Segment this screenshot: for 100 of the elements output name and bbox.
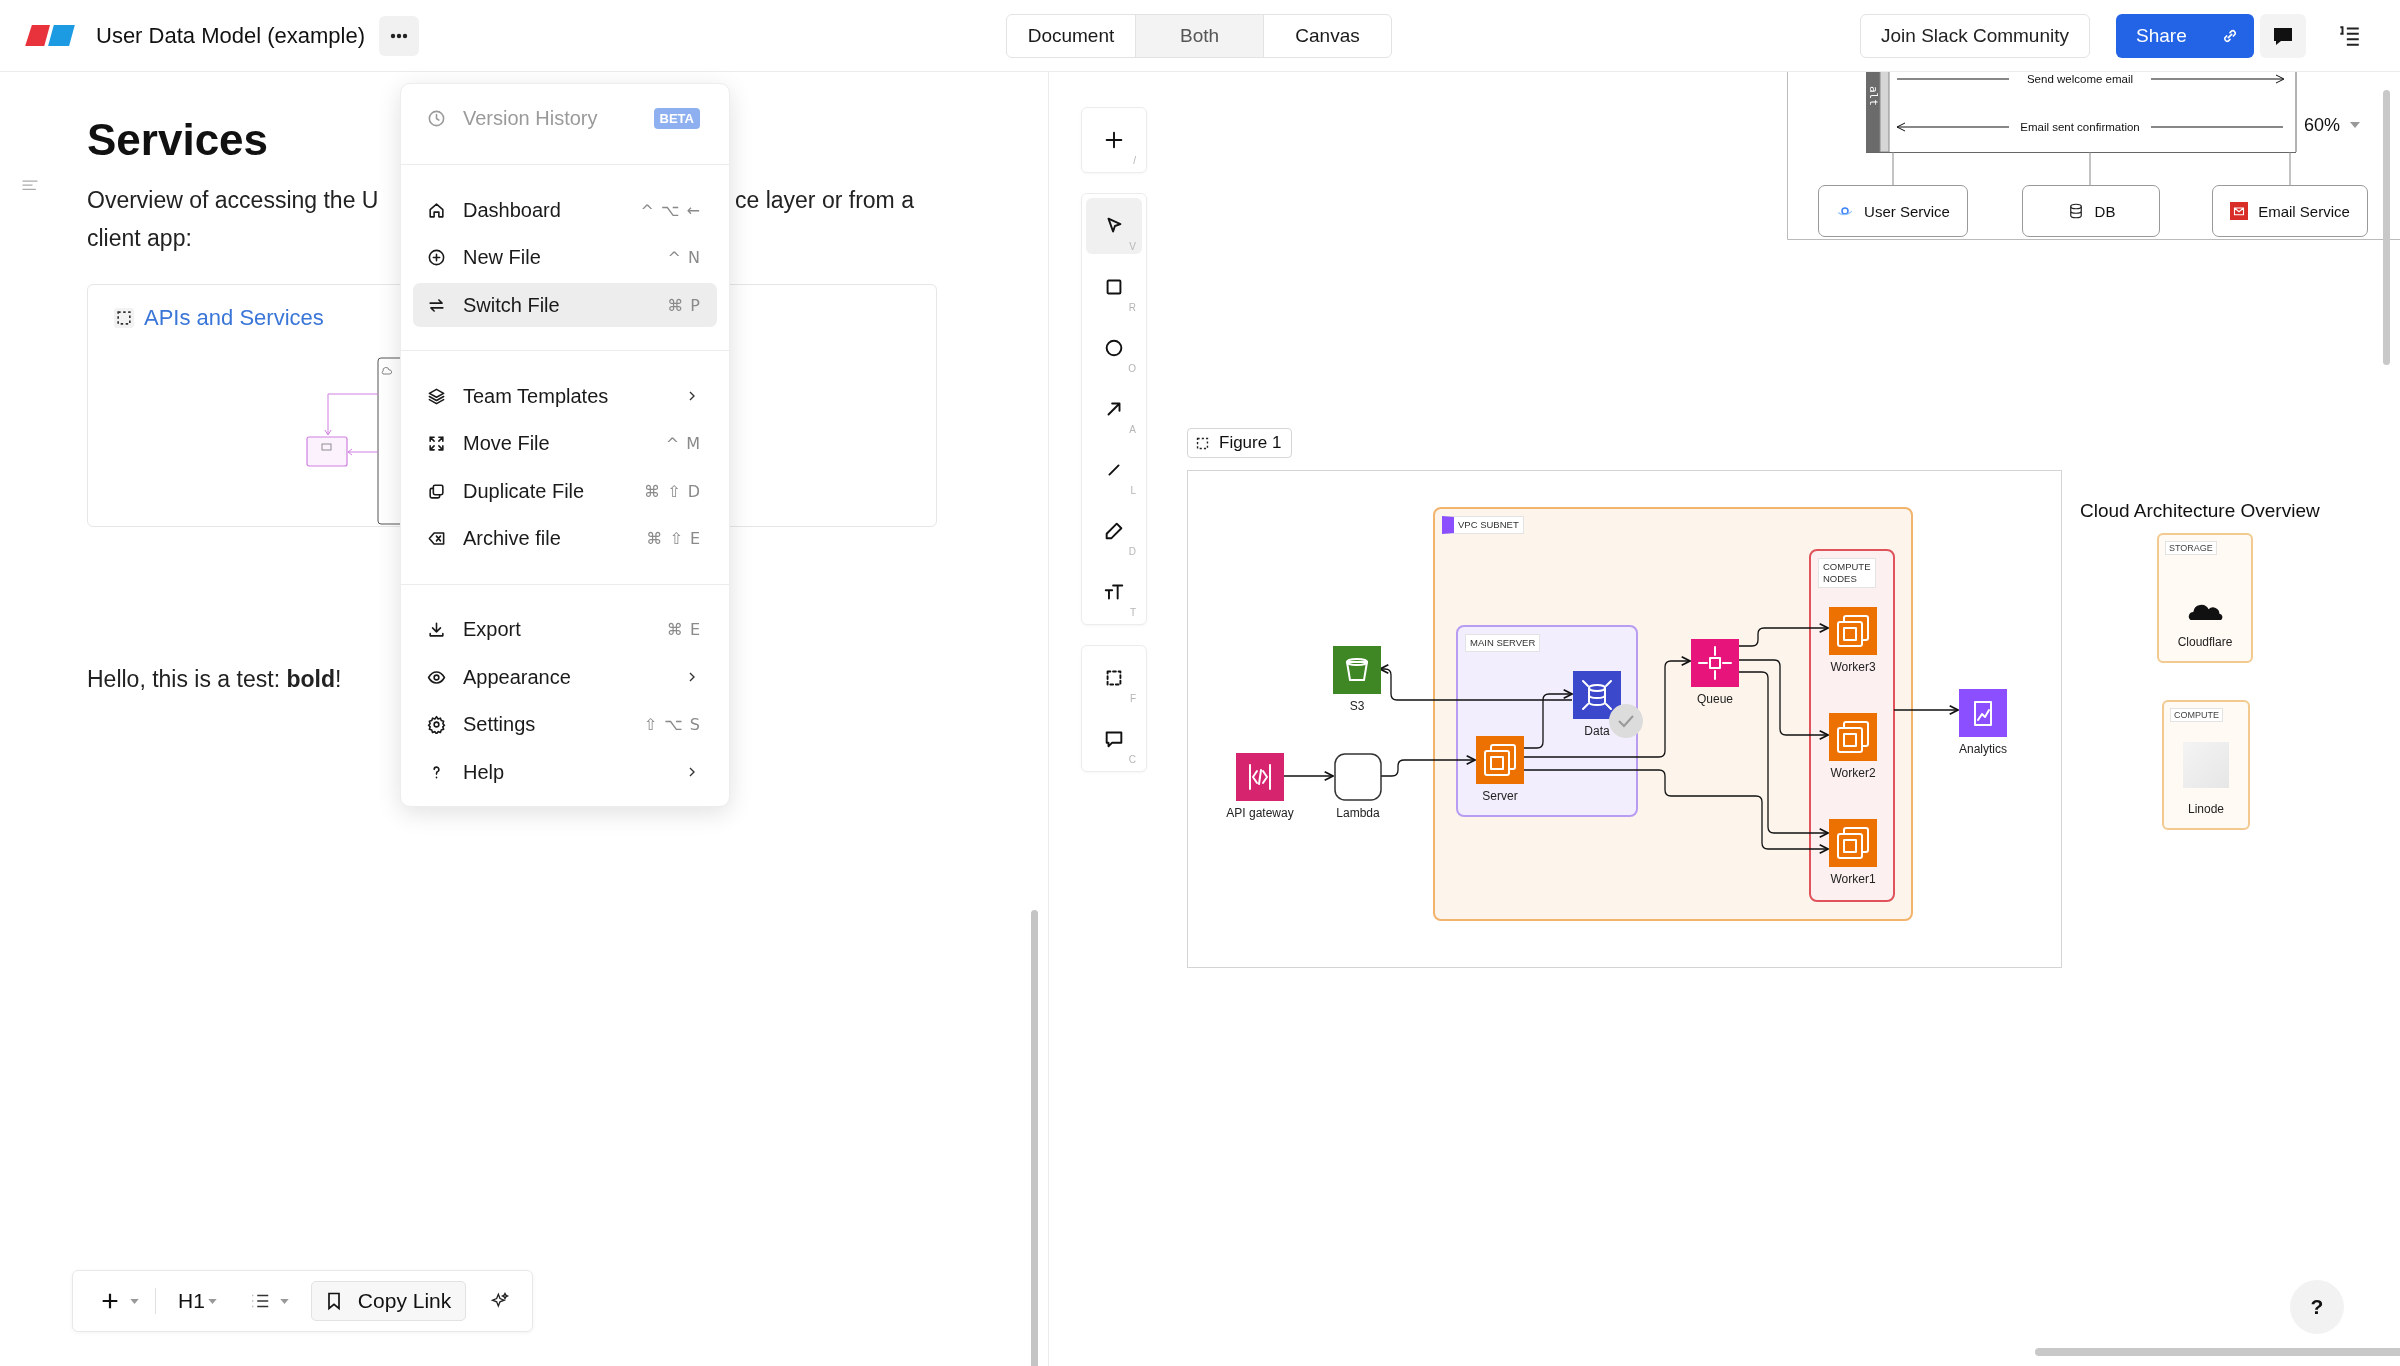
paragraph-fragment: ce layer or from a [735,186,914,215]
group-label: MAIN SERVER [1465,634,1541,652]
menu-item[interactable]: Settings ⇧ ⌥ S [413,702,717,747]
check-badge-icon [1609,704,1643,738]
share-button[interactable]: Share [2116,13,2254,58]
shortcut-hint: ⌘ E [666,620,700,639]
node-label: Server [1482,789,1518,803]
paragraph-fragment: client app: [87,224,192,253]
cloud-icon [2187,603,2223,621]
caret-icon [130,1298,139,1304]
logo-icon [25,25,75,46]
participant-label: User Service [1864,202,1950,220]
dashed-square-icon [114,308,134,328]
view-tab[interactable]: Both [1135,14,1263,57]
participant-label: Email Service [2258,202,2350,220]
circle-icon [1103,337,1125,359]
more-button[interactable] [379,15,419,56]
view-tab[interactable]: Canvas [1263,14,1391,57]
gateway-icon [1236,753,1284,801]
menu-item[interactable]: Move File ^ M [413,421,717,466]
bucket-icon [1333,646,1381,694]
menu-item[interactable]: Team Templates [413,374,717,418]
menu-item[interactable]: Duplicate File ⌘ ⇧ D [413,469,717,513]
node-label: Worker2 [1830,766,1876,780]
download-icon [427,620,446,639]
envelope-icon [2230,202,2249,220]
scrollbar[interactable] [2383,90,2390,365]
frame-label[interactable]: Figure 1 [1187,428,1293,458]
help-button[interactable]: ? [2290,1280,2344,1334]
connector-arrow [1282,771,1334,781]
copy-link-button[interactable]: Copy Link [310,1281,467,1321]
pencil-icon [1103,520,1125,542]
shortcut-hint: ⌘ P [667,295,700,315]
zoom-control[interactable]: 60% [2304,112,2361,138]
cube-arrows-icon [1691,639,1739,687]
chip-icon [1476,736,1524,784]
heading-button[interactable]: H1 [170,1281,225,1321]
comments-button[interactable] [2260,13,2306,58]
message-label: Send welcome email [2026,73,2134,85]
shortcut-hint: ^ M [665,434,700,453]
message-label: Email sent confirmation [2020,121,2140,133]
shortcut-hint: ^ ⌥ ← [640,200,700,220]
shortcut-hint: ⇧ ⌥ S [643,715,700,734]
node-label: API gateway [1226,806,1294,820]
caret-icon [279,1298,289,1304]
shortcut-hint: ⌘ ⇧ E [646,529,700,548]
menu-item[interactable]: Archive file ⌘ ⇧ E [413,516,717,561]
clock-icon [427,108,446,128]
caret-icon [2350,122,2361,128]
node-label: Worker1 [1830,872,1876,886]
node-label: Worker3 [1830,660,1876,674]
menu-item[interactable]: Switch File ⌘ P [413,283,717,327]
menu-item[interactable]: Help [413,750,717,794]
group-label: VPC SUBNET [1442,516,1524,534]
card-tag: COMPUTE [2170,708,2223,722]
card-tag: STORAGE [2165,541,2217,555]
copy-icon [427,481,446,501]
layers-icon [427,386,446,406]
home-icon [427,200,446,220]
database-icon [1573,671,1621,719]
shortcut-hint: ^ N [667,248,700,267]
menu-item[interactable]: Dashboard ^ ⌥ ← [413,188,717,232]
analytics-icon [1959,689,2007,737]
section-heading: Services [87,114,269,166]
beta-badge: BETA [653,107,700,129]
caret-icon [207,1298,217,1304]
fragment-label: alt [1867,86,1880,106]
connector-arrow [1893,705,1959,715]
embed-link[interactable]: APIs and Services [144,305,324,331]
chip-icon [1829,819,1877,867]
shortcut-hint: ⌘ ⇧ D [644,481,700,501]
menu-item[interactable]: Appearance [413,655,717,699]
group-label: COMPUTE NODES [1818,558,1876,588]
community-button[interactable]: Join Slack Community [1860,13,2090,58]
body-text: Hello, this is a test: bold! [87,665,342,694]
paragraph-fragment: Overview of accessing the U [87,187,379,213]
card-label: Linode [2187,802,2224,816]
node-label: Lambda [1336,806,1380,820]
delete-key-icon [427,529,446,548]
card-label: Cloudflare [2177,635,2233,649]
participant-label: DB [2094,202,2116,220]
blank-node-icon [1334,753,1382,801]
scrollbar[interactable] [1031,910,1038,1366]
node-label: Analytics [1959,742,2007,756]
scrollbar[interactable] [2035,1348,2400,1356]
menu-item[interactable]: New File ^ N [413,235,717,280]
settings-icon [427,715,446,734]
chip-icon [1829,607,1877,655]
menu-item[interactable]: Export ⌘ E [413,607,717,652]
plus-icon [1103,129,1125,151]
expand-arrows-icon [427,434,446,453]
plus-circle-icon [427,248,446,267]
view-tab[interactable]: Document [1007,14,1135,57]
chip-icon [1829,713,1877,761]
node-label: Queue [1697,692,1733,706]
node-label: S3 [1349,699,1365,713]
node-label: Data [1584,724,1610,738]
document-title: User Data Model (example) [96,22,365,49]
diagram-title: Cloud Architecture Overview [2080,500,2320,522]
more-icon [390,32,408,39]
